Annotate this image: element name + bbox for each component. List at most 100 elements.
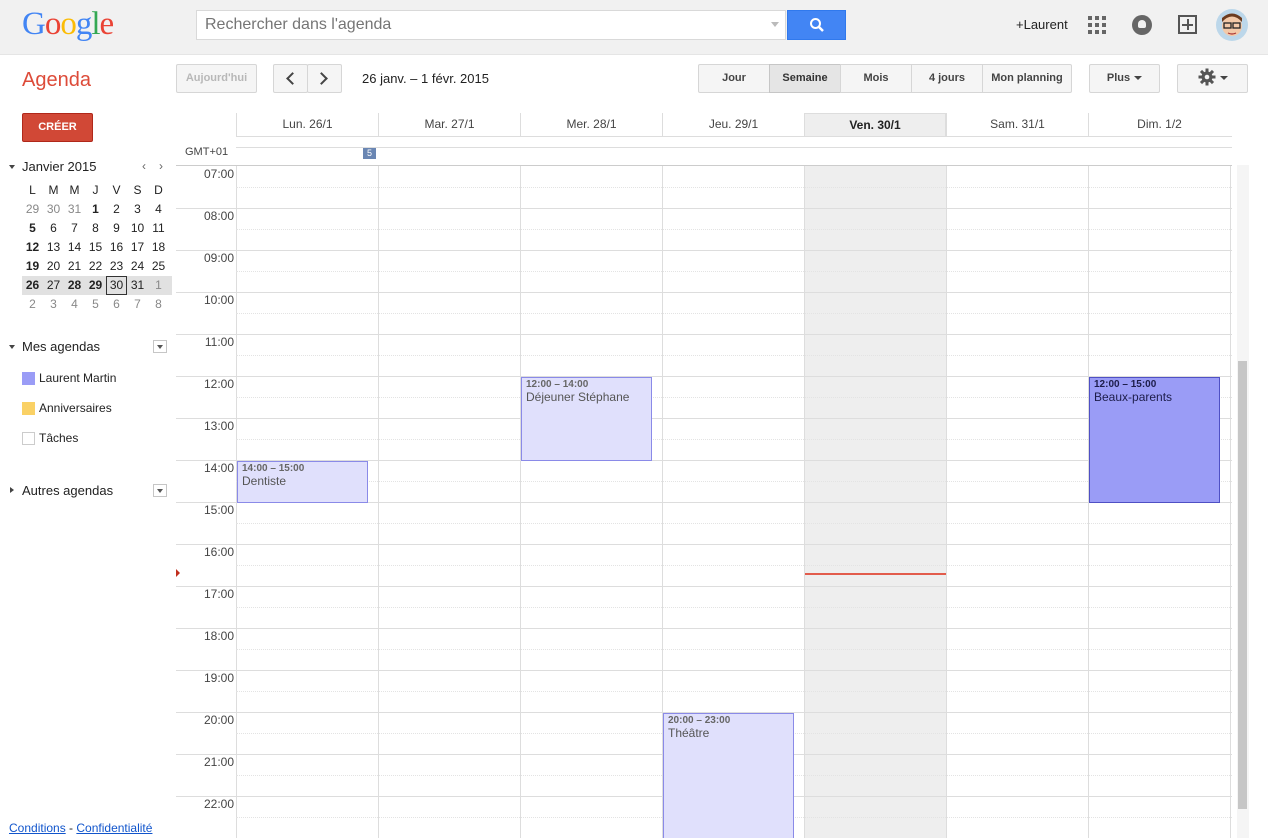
- mini-calendar-day[interactable]: 22: [85, 257, 106, 276]
- mini-calendar-day[interactable]: 6: [106, 295, 127, 314]
- mini-calendar-day[interactable]: 31: [64, 200, 85, 219]
- create-event-button[interactable]: CRÉER: [22, 113, 93, 142]
- scrollbar[interactable]: [1237, 165, 1249, 838]
- share-plus-icon[interactable]: [1178, 15, 1197, 34]
- mini-calendar-day[interactable]: 4: [64, 295, 85, 314]
- calendar-event[interactable]: 20:00 – 23:00 Théâtre: [663, 713, 794, 838]
- notifications-bell-icon[interactable]: [1132, 15, 1152, 35]
- mini-calendar-day[interactable]: 3: [43, 295, 64, 314]
- mini-calendar-day[interactable]: 7: [127, 295, 148, 314]
- mini-calendar-day[interactable]: 27: [43, 276, 64, 295]
- day-header[interactable]: Sam. 31/1: [946, 113, 1088, 136]
- mini-calendar-day[interactable]: 2: [106, 200, 127, 219]
- mini-calendar-day[interactable]: 28: [64, 276, 85, 295]
- avatar[interactable]: [1216, 9, 1248, 41]
- mini-calendar-day[interactable]: 17: [127, 238, 148, 257]
- view-agenda-button[interactable]: Mon planning: [982, 64, 1072, 93]
- mini-calendar-day[interactable]: 8: [85, 219, 106, 238]
- next-period-button[interactable]: [307, 64, 342, 93]
- google-logo[interactable]: Google: [22, 6, 114, 43]
- mini-calendar-day[interactable]: 1: [148, 276, 169, 295]
- user-profile-link[interactable]: +Laurent: [1016, 17, 1068, 32]
- mini-calendar-day[interactable]: 14: [64, 238, 85, 257]
- my-calendars-menu-icon[interactable]: [153, 340, 167, 353]
- mini-calendar-day[interactable]: 30: [106, 276, 127, 295]
- day-header[interactable]: Mar. 27/1: [378, 113, 520, 136]
- mini-calendar-day[interactable]: 18: [148, 238, 169, 257]
- hour-label: 11:00: [204, 335, 234, 349]
- hour-label: 21:00: [203, 755, 234, 769]
- date-range-label: 26 janv. – 1 févr. 2015: [362, 71, 489, 86]
- view-day-button[interactable]: Jour: [698, 64, 770, 93]
- calendar-event[interactable]: 14:00 – 15:00 Dentiste: [237, 461, 368, 503]
- mini-calendar-day[interactable]: 30: [43, 200, 64, 219]
- day-header[interactable]: Dim. 1/2: [1088, 113, 1230, 136]
- search-options-icon[interactable]: [771, 22, 779, 27]
- day-header[interactable]: Lun. 26/1: [236, 113, 378, 136]
- today-button[interactable]: Aujourd'hui: [176, 64, 257, 93]
- calendar-event[interactable]: 12:00 – 14:00 Déjeuner Stéphane: [521, 377, 652, 461]
- mini-calendar-day[interactable]: 4: [148, 200, 169, 219]
- mini-calendar-day[interactable]: 7: [64, 219, 85, 238]
- mini-calendar-month[interactable]: Janvier 2015: [22, 159, 96, 174]
- mini-calendar-day[interactable]: 29: [85, 276, 106, 295]
- collapse-arrow-icon[interactable]: [9, 165, 15, 169]
- mini-calendar-day[interactable]: 6: [43, 219, 64, 238]
- half-hour-line: [236, 229, 1232, 230]
- calendar-event[interactable]: 12:00 – 15:00 Beaux-parents: [1089, 377, 1220, 503]
- hour-line: [176, 418, 1232, 419]
- mini-calendar-day[interactable]: 1: [85, 200, 106, 219]
- day-header[interactable]: Ven. 30/1: [804, 113, 946, 136]
- hour-line: [176, 208, 1232, 209]
- mini-calendar-day[interactable]: 9: [106, 219, 127, 238]
- other-calendars-menu-icon[interactable]: [153, 484, 167, 497]
- more-menu-button[interactable]: Plus: [1089, 64, 1160, 93]
- settings-button[interactable]: [1177, 64, 1248, 93]
- search-input[interactable]: [196, 10, 786, 40]
- hour-line: [176, 586, 1232, 587]
- mini-calendar-day[interactable]: 5: [85, 295, 106, 314]
- timezone-label: GMT+01: [185, 146, 229, 158]
- mini-calendar-day[interactable]: 16: [106, 238, 127, 257]
- mini-calendar-header: Janvier 2015 ‹ ›: [8, 159, 168, 175]
- half-hour-line: [236, 481, 1232, 482]
- dropdown-arrow-icon: [1219, 76, 1228, 81]
- mini-calendar-day[interactable]: 25: [148, 257, 169, 276]
- view-month-button[interactable]: Mois: [840, 64, 912, 93]
- all-day-row[interactable]: [236, 136, 1232, 148]
- apps-grid-icon[interactable]: [1088, 16, 1106, 34]
- half-hour-line: [236, 523, 1232, 524]
- mini-calendar-day[interactable]: 31: [127, 276, 148, 295]
- previous-period-button[interactable]: [273, 64, 308, 93]
- mini-calendar-day[interactable]: 26: [22, 276, 43, 295]
- hidden-events-badge[interactable]: 5: [363, 148, 376, 159]
- mini-calendar-day[interactable]: 24: [127, 257, 148, 276]
- terms-link[interactable]: Conditions: [9, 821, 66, 835]
- mini-calendar-day[interactable]: 21: [64, 257, 85, 276]
- mini-calendar-day[interactable]: 5: [22, 219, 43, 238]
- mini-calendar-day[interactable]: 10: [127, 219, 148, 238]
- mini-calendar-prev-icon[interactable]: ‹: [142, 159, 146, 173]
- day-header[interactable]: Mer. 28/1: [520, 113, 662, 136]
- mini-calendar-next-icon[interactable]: ›: [159, 159, 163, 173]
- mini-calendar-day[interactable]: 29: [22, 200, 43, 219]
- mini-calendar-day[interactable]: 2: [22, 295, 43, 314]
- mini-calendar-day[interactable]: 23: [106, 257, 127, 276]
- hour-label: 10:00: [203, 293, 234, 307]
- mini-calendar-day[interactable]: 12: [22, 238, 43, 257]
- mini-calendar-day[interactable]: 13: [43, 238, 64, 257]
- mini-calendar-day[interactable]: 15: [85, 238, 106, 257]
- view-week-button[interactable]: Semaine: [769, 64, 841, 93]
- mini-calendar-day[interactable]: 19: [22, 257, 43, 276]
- event-title: Théâtre: [668, 726, 710, 740]
- mini-calendar-day[interactable]: 3: [127, 200, 148, 219]
- week-grid[interactable]: 07:00 08:00 09:00 10:00 11:00 12:00 13:00 14:00…: [176, 165, 1232, 838]
- scrollbar-thumb[interactable]: [1238, 361, 1247, 809]
- search-button[interactable]: [787, 10, 846, 40]
- view-4days-button[interactable]: 4 jours: [911, 64, 983, 93]
- day-header[interactable]: Jeu. 29/1: [662, 113, 804, 136]
- mini-calendar-day[interactable]: 20: [43, 257, 64, 276]
- mini-calendar-day[interactable]: 11: [148, 219, 169, 238]
- mini-calendar-day[interactable]: 8: [148, 295, 169, 314]
- privacy-link[interactable]: Confidentialité: [76, 821, 152, 835]
